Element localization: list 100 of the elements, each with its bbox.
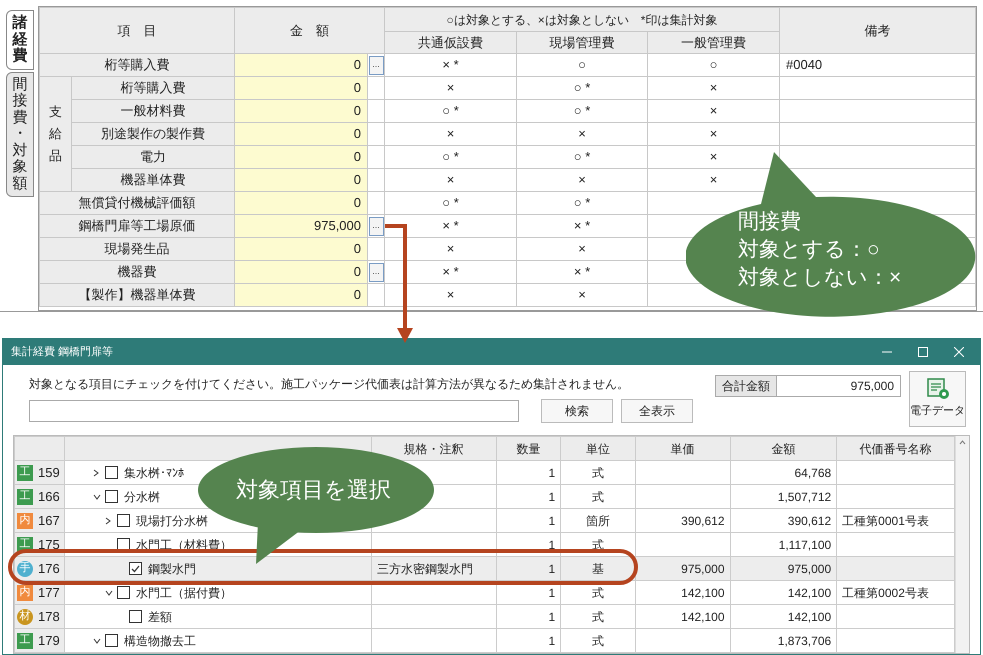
item-name: 鋼製水門 — [148, 560, 196, 578]
type-badge: 工 — [17, 488, 33, 504]
column-header: 金額 — [730, 436, 837, 460]
item-label: 【製作】機器単体費 — [40, 284, 234, 306]
table-cell: 1 — [548, 562, 556, 576]
mark-symbol: × — [710, 103, 718, 118]
mark-symbol: × — [710, 126, 718, 142]
table-cell: 1 — [548, 610, 556, 624]
detail-button[interactable]: … — [368, 56, 384, 74]
vertical-tab[interactable]: 諸経費 — [6, 10, 34, 70]
amount-cell[interactable]: 0 — [234, 168, 368, 192]
checkbox[interactable] — [116, 586, 130, 599]
table-cell: 工種第0001号表 — [842, 514, 929, 528]
scroll-up-icon[interactable] — [959, 440, 966, 445]
column-header: 項 目 — [40, 8, 234, 54]
search-button[interactable]: 検索 — [541, 399, 613, 423]
amount-cell[interactable]: 0 — [234, 284, 368, 306]
type-badge: 内 — [17, 512, 33, 528]
mark-symbol: ○ * — [574, 80, 590, 96]
mark-symbol: ○ * — [442, 195, 459, 210]
row-number: 166 — [38, 488, 60, 506]
amount-cell[interactable]: 0 — [234, 238, 368, 260]
amount-cell[interactable]: 0 — [234, 122, 368, 146]
vertical-tab[interactable]: 間接費・対象額 — [6, 72, 34, 197]
table-cell: 142,100 — [681, 586, 725, 600]
mark-symbol: × — [578, 287, 586, 302]
type-badge: 内 — [17, 584, 33, 600]
amount-cell[interactable]: 0 — [234, 100, 368, 122]
checkbox[interactable] — [104, 466, 118, 479]
table-cell: 142,100 — [788, 610, 832, 624]
table-cell: 式 — [592, 586, 604, 600]
e-data-button[interactable]: 電子データ — [909, 371, 966, 427]
mark-symbol: ○ * — [574, 149, 590, 164]
amount-cell[interactable]: 0 — [234, 192, 368, 214]
item-name: 構造物撤去工 — [124, 632, 196, 650]
table-cell: 975,000 — [681, 562, 725, 576]
chevron-right-icon[interactable] — [92, 468, 99, 476]
row-number: 159 — [38, 464, 60, 482]
row-number: 177 — [38, 584, 60, 602]
table-cell: 1 — [548, 586, 556, 600]
chevron-down-icon[interactable] — [92, 638, 101, 644]
mark-symbol: ○ — [710, 57, 718, 72]
table-cell: 142,100 — [681, 610, 725, 624]
table-row[interactable]: 工 179 構造物撤去工 1 式 1,873,706 — [14, 628, 955, 652]
table-cell: 式 — [592, 490, 604, 504]
item-label: 別途製作の製作費 — [72, 122, 234, 146]
amount-cell[interactable]: 0 — [234, 76, 368, 100]
row-number: 178 — [38, 608, 60, 626]
checkbox[interactable] — [116, 514, 130, 527]
instruction-text: 対象となる項目にチェックを付けてください。施工パッケージ代価表は計算方法が異なるため集計されません。 — [28, 376, 630, 393]
table-cell: 1 — [548, 538, 556, 552]
table-cell: 工種第0002号表 — [842, 586, 929, 600]
checkbox[interactable] — [104, 634, 118, 647]
item-label: 現場発生品 — [40, 238, 234, 260]
mark-symbol: ○ * — [442, 149, 459, 164]
checkbox[interactable] — [128, 562, 142, 575]
amount-cell[interactable]: 0 — [234, 54, 368, 76]
mark-symbol: × — [578, 172, 586, 188]
item-label: 鋼橋門扉等工場原価 — [40, 214, 234, 238]
mark-symbol: × — [446, 172, 454, 188]
total-value: 975,000 — [777, 375, 901, 397]
column-header: 単価 — [635, 436, 730, 460]
show-all-button[interactable]: 全表示 — [621, 399, 693, 423]
table-row[interactable]: 材 178 差額 1 式 142,100 142,100 — [14, 604, 955, 628]
chevron-right-icon[interactable] — [104, 516, 111, 524]
amount-cell[interactable]: 0 — [234, 260, 368, 284]
table-row[interactable]: 手 176 鋼製水門 三方水密鋼製水門 1 基 975,000 975,000 — [14, 556, 955, 580]
mark-symbol: × — [578, 126, 586, 142]
table-cell: 基 — [592, 562, 604, 576]
table-cell: 142,100 — [788, 586, 832, 600]
table-cell: 三方水密鋼製水門 — [376, 562, 473, 576]
maximize-icon[interactable] — [918, 347, 928, 357]
row-number: 176 — [38, 560, 60, 578]
mark-symbol: ○ * — [574, 195, 590, 210]
search-field[interactable] — [29, 400, 519, 422]
close-icon[interactable] — [954, 347, 964, 357]
column-header: 代価番号名称 — [836, 436, 955, 460]
checkbox[interactable] — [128, 610, 142, 623]
chevron-down-icon[interactable] — [104, 590, 113, 596]
document-icon — [926, 378, 950, 400]
scrollbar[interactable] — [955, 436, 969, 653]
remarks-text: #0040 — [786, 57, 822, 72]
callout-text: 間接費 対象とする：○ 対象としない：× — [738, 209, 902, 291]
table-cell: 1 — [548, 514, 556, 528]
table-cell: 390,612 — [788, 514, 832, 528]
chevron-down-icon[interactable] — [92, 494, 101, 500]
row-number: 167 — [38, 512, 60, 530]
amount-cell[interactable]: 975,000 — [234, 214, 368, 238]
item-label: 桁等購入費 — [40, 54, 234, 76]
detail-button[interactable]: … — [368, 262, 384, 282]
detail-button[interactable]: … — [368, 216, 384, 236]
mark-symbol: × * — [442, 57, 459, 72]
amount-cell[interactable]: 0 — [234, 146, 368, 168]
table-cell: 1 — [548, 490, 556, 504]
item-label: 桁等購入費 — [72, 76, 234, 100]
table-cell: 390,612 — [681, 514, 725, 528]
table-cell: 1,507,712 — [778, 490, 832, 504]
item-label: 一般材料費 — [72, 100, 234, 122]
checkbox[interactable] — [104, 490, 118, 503]
table-cell: 式 — [592, 634, 604, 648]
